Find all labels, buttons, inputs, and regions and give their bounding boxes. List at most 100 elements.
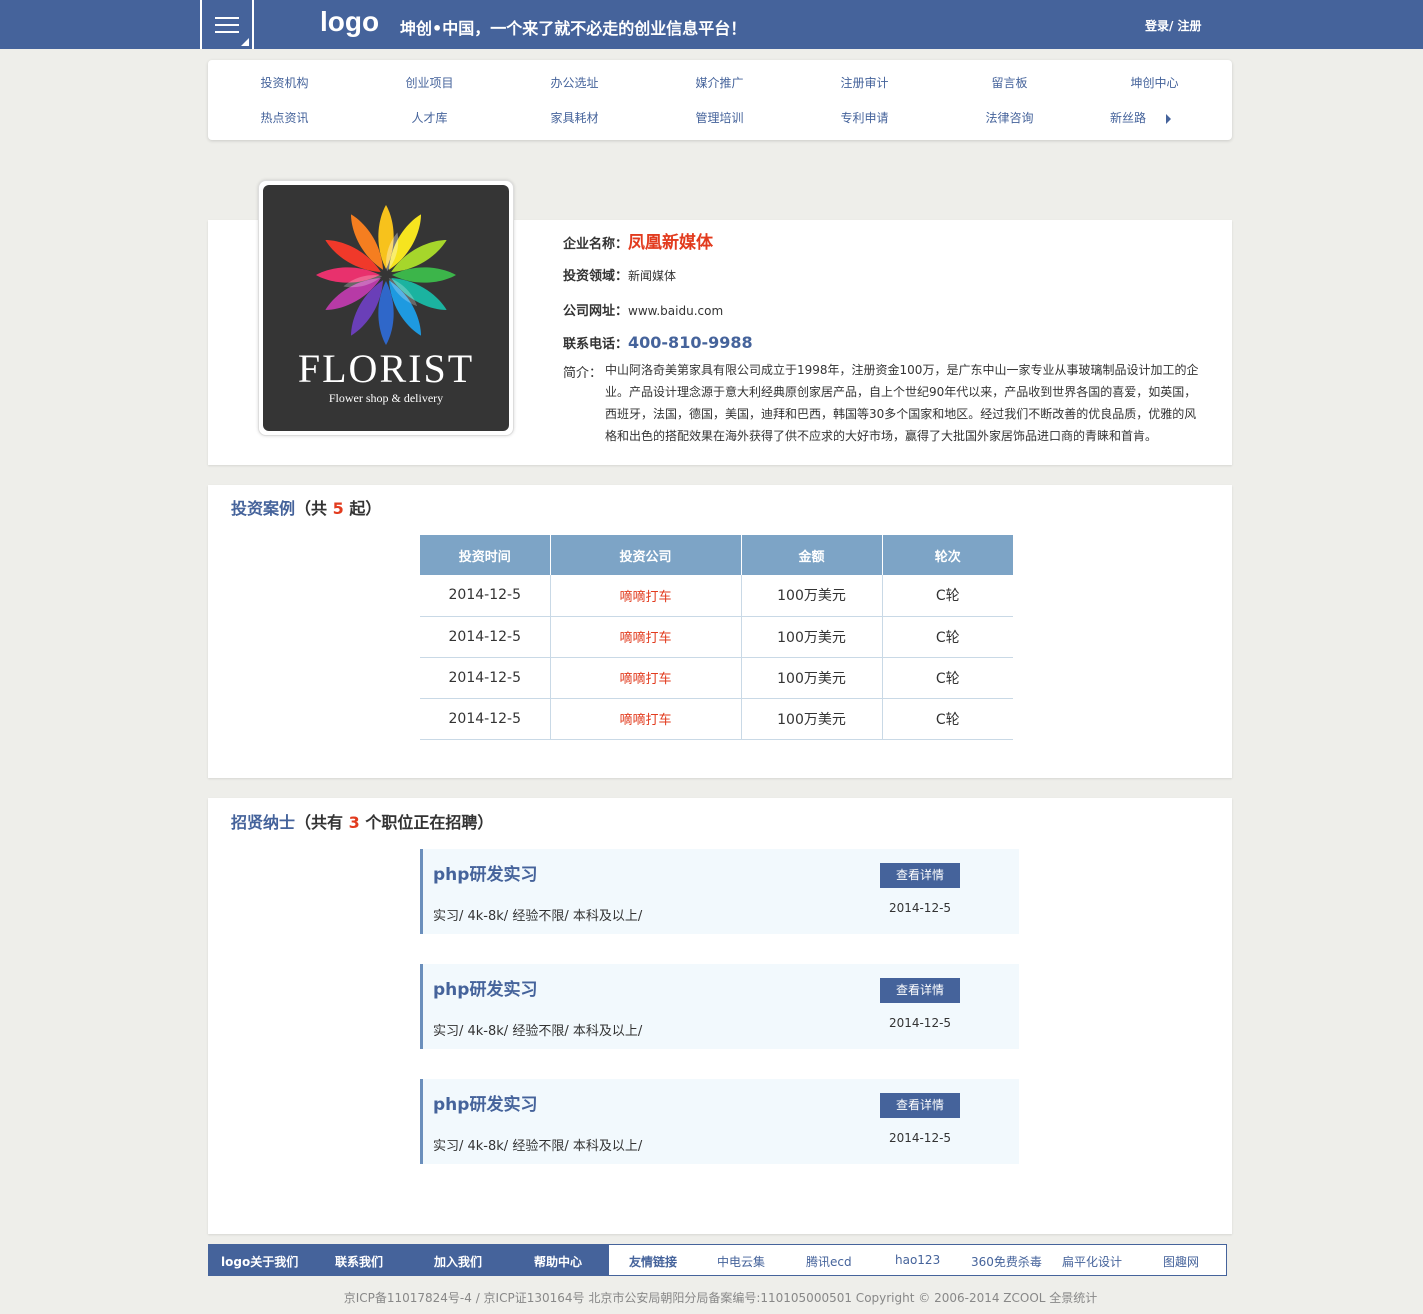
jobs-title: 招贤纳士（共有 3 个职位正在招聘） [231, 809, 493, 833]
job-date: 2014-12-5 [888, 1131, 952, 1145]
nav-item[interactable]: 热点资讯 [212, 109, 357, 126]
intro-label: 简介： [563, 366, 603, 381]
copyright-text: 京ICP备11017824号-4 / 京ICP证130164号 北京市公安局朝阳… [343, 1291, 1098, 1305]
cases-count: 5 [332, 499, 344, 518]
nav-item[interactable]: 家具耗材 [502, 109, 647, 126]
cases-title-close: 起） [349, 499, 382, 518]
flower-icon [316, 205, 456, 345]
login-register-link[interactable]: 登录/ 注册 [1145, 17, 1202, 34]
nav-item[interactable]: 管理培训 [647, 109, 792, 126]
job-title[interactable]: php研发实习 [433, 860, 537, 885]
company-name: 凤凰新媒体 [628, 233, 714, 253]
case-date: 2014-12-5 [420, 616, 551, 658]
case-company[interactable]: 嘀嘀打车 [550, 575, 742, 617]
case-company[interactable]: 嘀嘀打车 [550, 657, 742, 699]
investment-field: 新闻媒体 [628, 269, 677, 283]
top-bar: logo 坤创•中国，一个来了就不必走的创业信息平台！ 登录/ 注册 [0, 0, 1423, 49]
table-row: 2014-12-5 嘀嘀打车 100万美元 C轮 [420, 698, 1013, 740]
table-header-row: 投资时间 投资公司 金额 轮次 [420, 535, 1013, 575]
nav-item[interactable]: 坤创中心 [1082, 74, 1227, 91]
job-card: php研发实习 实习/ 4k-8k/ 经验不限/ 本科及以上/ 查看详情 201… [420, 849, 1019, 934]
nav-item[interactable]: 创业项目 [357, 74, 502, 91]
cases-title: 投资案例（共 5 起） [231, 495, 381, 519]
job-meta: 实习/ 4k-8k/ 经验不限/ 本科及以上/ [433, 1024, 643, 1039]
arrow-right-icon [1166, 113, 1172, 124]
company-name-row: 企业名称：凤凰新媒体 [563, 228, 713, 253]
phone-row: 联系电话：400-810-9988 [563, 333, 753, 352]
nav-item[interactable]: 专利申请 [792, 109, 937, 126]
table-row: 2014-12-5 嘀嘀打车 100万美元 C轮 [420, 616, 1013, 658]
logo-tagline: Flower shop & delivery [328, 391, 444, 405]
case-date: 2014-12-5 [420, 575, 551, 617]
investment-table: 投资时间 投资公司 金额 轮次 2014-12-5 嘀嘀打车 100万美元 C轮… [420, 535, 1013, 740]
footer-link-join[interactable]: 加入我们 [434, 1253, 482, 1270]
footer-link-help[interactable]: 帮助中心 [534, 1253, 582, 1270]
main-nav: 投资机构 创业项目 办公选址 媒介推广 注册审计 留言板 坤创中心 热点资讯 人… [208, 60, 1232, 140]
website-label: 公司网址： [563, 304, 629, 319]
job-title[interactable]: php研发实习 [433, 975, 537, 1000]
job-date: 2014-12-5 [888, 901, 952, 915]
nav-item[interactable]: 注册审计 [792, 74, 937, 91]
investment-field-label: 投资领域： [563, 269, 629, 284]
nav-item[interactable]: 人才库 [357, 109, 502, 126]
logo-wordmark: FLORIST [297, 346, 475, 391]
nav-item[interactable]: 媒介推广 [647, 74, 792, 91]
phone-label: 联系电话： [563, 337, 629, 352]
case-amount: 100万美元 [741, 657, 883, 699]
column-header: 金额 [741, 535, 883, 575]
nav-item[interactable]: 办公选址 [502, 74, 647, 91]
case-date: 2014-12-5 [420, 698, 551, 740]
case-amount: 100万美元 [741, 698, 883, 740]
job-card: php研发实习 实习/ 4k-8k/ 经验不限/ 本科及以上/ 查看详情 201… [420, 964, 1019, 1049]
cases-title-open: （共 [295, 499, 328, 518]
jobs-title-open: （共有 [295, 813, 344, 832]
nav-item[interactable]: 法律咨询 [937, 109, 1082, 126]
footer-bar: logo关于我们 联系我们 加入我们 帮助中心 友情链接 中电云集 腾讯ecd … [208, 1244, 1227, 1276]
view-details-button[interactable]: 查看详情 [880, 1093, 960, 1118]
company-intro: 中山阿洛奇美第家具有限公司成立于1998年，注册资金100万，是广东中山一家专业… [605, 363, 1199, 443]
friend-link[interactable]: hao123 [895, 1253, 940, 1267]
job-meta: 实习/ 4k-8k/ 经验不限/ 本科及以上/ [433, 909, 643, 924]
case-date: 2014-12-5 [420, 657, 551, 699]
job-meta: 实习/ 4k-8k/ 经验不限/ 本科及以上/ [433, 1139, 643, 1154]
view-details-button[interactable]: 查看详情 [880, 978, 960, 1003]
nav-item[interactable]: 留言板 [937, 74, 1082, 91]
nav-item[interactable]: 投资机构 [212, 74, 357, 91]
corner-triangle-icon [241, 38, 249, 46]
phone-number: 400-810-9988 [628, 333, 753, 352]
nav-item-more[interactable]: 新丝路 [1110, 109, 1230, 126]
jobs-title-label: 招贤纳士 [231, 813, 296, 832]
footer-link-about[interactable]: logo关于我们 [221, 1253, 298, 1270]
column-header: 投资时间 [420, 535, 551, 575]
friend-link[interactable]: 图趣网 [1163, 1253, 1199, 1270]
case-amount: 100万美元 [741, 616, 883, 658]
case-company[interactable]: 嘀嘀打车 [550, 698, 742, 740]
case-round: C轮 [882, 698, 1013, 740]
case-amount: 100万美元 [741, 575, 883, 617]
case-company[interactable]: 嘀嘀打车 [550, 616, 742, 658]
job-title[interactable]: php研发实习 [433, 1090, 537, 1115]
jobs-count: 3 [348, 813, 360, 832]
job-date: 2014-12-5 [888, 1016, 952, 1030]
friend-link[interactable]: 360免费杀毒 [971, 1253, 1042, 1270]
friend-link[interactable]: 扁平化设计 [1062, 1253, 1122, 1270]
site-slogan: 坤创•中国，一个来了就不必走的创业信息平台！ [400, 19, 747, 38]
site-logo[interactable]: logo [320, 6, 379, 38]
footer-link-contact[interactable]: 联系我们 [335, 1253, 383, 1270]
case-round: C轮 [882, 657, 1013, 699]
menu-button[interactable] [200, 0, 254, 49]
view-details-button[interactable]: 查看详情 [880, 863, 960, 888]
job-card: php研发实习 实习/ 4k-8k/ 经验不限/ 本科及以上/ 查看详情 201… [420, 1079, 1019, 1164]
company-logo: FLORIST Flower shop & delivery [258, 180, 514, 436]
case-round: C轮 [882, 616, 1013, 658]
jobs-title-close: 个职位正在招聘） [365, 813, 494, 832]
column-header: 轮次 [882, 535, 1013, 575]
cases-title-label: 投资案例 [231, 499, 296, 518]
friend-link[interactable]: 中电云集 [717, 1253, 765, 1270]
investment-field-row: 投资领域：新闻媒体 [563, 265, 676, 284]
nav-item-label: 新丝路 [1110, 111, 1147, 125]
friend-link[interactable]: 腾讯ecd [806, 1253, 852, 1270]
table-row: 2014-12-5 嘀嘀打车 100万美元 C轮 [420, 657, 1013, 699]
hamburger-icon [215, 17, 239, 33]
website-link[interactable]: www.baidu.com [628, 304, 723, 318]
